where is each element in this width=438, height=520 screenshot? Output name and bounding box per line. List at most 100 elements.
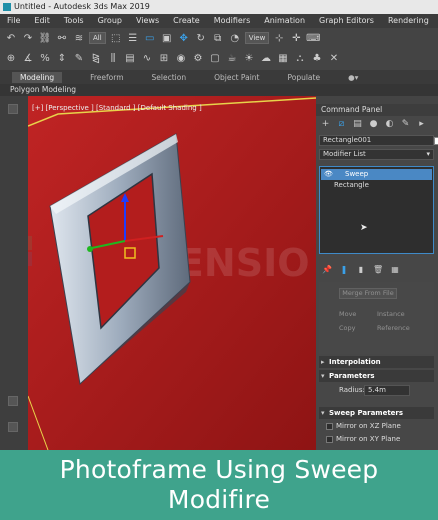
copy-radio[interactable]: Copy	[339, 324, 356, 332]
menu-create[interactable]: Create	[166, 14, 207, 28]
merge-from-file-button[interactable]: Merge From File	[339, 288, 397, 299]
ribbon-tab-populate[interactable]: Populate	[287, 73, 320, 82]
menu-views[interactable]: Views	[129, 14, 166, 28]
display-tab-icon[interactable]: ◐	[384, 119, 395, 130]
select-by-name-icon[interactable]: ☰	[126, 31, 140, 45]
menu-group[interactable]: Group	[91, 14, 129, 28]
hierarchy-tab-icon[interactable]: ▤	[352, 119, 363, 130]
light-icon[interactable]: ☀	[242, 51, 256, 65]
angle-snap-icon[interactable]: ∡	[21, 51, 35, 65]
grid-icon[interactable]: ▦	[276, 51, 290, 65]
render-setup-icon[interactable]: ⚙	[191, 51, 205, 65]
move-icon[interactable]: ✥	[177, 31, 191, 45]
ribbon-tab-modeling[interactable]: Modeling	[12, 71, 63, 83]
menu-file[interactable]: File	[0, 14, 27, 28]
rendered-frame-icon[interactable]: ▢	[208, 51, 222, 65]
motion-tab-icon[interactable]: ●	[368, 119, 379, 130]
link-icon[interactable]: ⛓	[38, 31, 52, 45]
strip-tool-icon[interactable]	[8, 396, 18, 406]
menu-tools[interactable]: Tools	[57, 14, 91, 28]
strip-tool-icon[interactable]	[8, 104, 18, 114]
selection-filter-dropdown[interactable]: All	[89, 32, 106, 44]
align-icon[interactable]: ⫼	[106, 51, 120, 65]
mirror-xy-checkbox[interactable]: Mirror on XY Plane	[326, 434, 434, 445]
utilities-tab-icon[interactable]: ✎	[400, 119, 411, 130]
remove-modifier-icon[interactable]: 🗑	[373, 265, 383, 275]
object-name-field[interactable]: Rectangle001	[319, 135, 438, 146]
show-end-result-icon[interactable]: ❚	[339, 265, 349, 275]
rollout-parameters[interactable]: Parameters	[319, 370, 434, 382]
select-manipulate-icon[interactable]: ✛	[289, 31, 303, 45]
bind-space-warp-icon[interactable]: ≋	[72, 31, 86, 45]
configure-sets-icon[interactable]: ▦	[390, 265, 400, 275]
material-editor-icon[interactable]: ◉	[174, 51, 188, 65]
modifier-stack-item-sweep[interactable]: 👁 Sweep	[321, 169, 432, 180]
checkbox-box[interactable]	[326, 436, 333, 443]
undo-icon[interactable]: ↶	[4, 31, 18, 45]
rollout-interpolation[interactable]: Interpolation	[319, 356, 434, 368]
menu-animation[interactable]: Animation	[257, 14, 312, 28]
modifier-list-dropdown[interactable]: Modifier List ▾	[319, 149, 434, 160]
pivot-icon[interactable]: ⊹	[272, 31, 286, 45]
reference-coordinate-dropdown[interactable]: View	[244, 32, 270, 44]
object-color-swatch[interactable]	[434, 137, 438, 145]
instance-radio[interactable]: Instance	[377, 310, 405, 318]
region-select-icon[interactable]: ▭	[143, 31, 157, 45]
menu-rendering[interactable]: Rendering	[381, 14, 436, 28]
mouse-cursor-icon: ➤	[360, 223, 368, 233]
rollout-sweep-parameters[interactable]: Sweep Parameters	[319, 407, 434, 419]
unlink-icon[interactable]: ⚯	[55, 31, 69, 45]
move-radio[interactable]: Move	[339, 310, 356, 318]
percent-snap-icon[interactable]: %	[38, 51, 52, 65]
make-unique-icon[interactable]: ▮	[356, 265, 366, 275]
left-tool-strip	[0, 96, 28, 450]
snap-icon[interactable]: ⊕	[4, 51, 18, 65]
command-panel-tabs: + ⧄ ▤ ● ◐ ✎ ▸	[316, 116, 438, 132]
strip-tool-icon[interactable]	[8, 422, 18, 432]
rotate-icon[interactable]: ↻	[194, 31, 208, 45]
create-tab-icon[interactable]: +	[320, 119, 331, 130]
layer-icon[interactable]: ▤	[123, 51, 137, 65]
render-icon[interactable]: ☕	[225, 51, 239, 65]
redo-icon[interactable]: ↷	[21, 31, 35, 45]
pin-stack-icon[interactable]: 📌	[322, 265, 332, 275]
schematic-view-icon[interactable]: ⊞	[157, 51, 171, 65]
placement-icon[interactable]: ◔	[228, 31, 242, 45]
reference-radio[interactable]: Reference	[377, 324, 410, 332]
viewport-label[interactable]: [+] [Perspective ] [Standard ] [Default …	[32, 104, 202, 112]
perspective-viewport[interactable]: 3DIMENSIO [+] [Perspective ] [Standard ]…	[28, 96, 316, 450]
environment-icon[interactable]: ☁	[259, 51, 273, 65]
gizmo-y-handle	[87, 246, 93, 252]
modifier-stack[interactable]: 👁 Sweep Rectangle ➤	[319, 166, 434, 254]
menu-edit[interactable]: Edit	[27, 14, 57, 28]
modify-tab-icon[interactable]: ⧄	[336, 119, 347, 130]
radius-spinner[interactable]: 5.4m	[364, 385, 410, 396]
mirror-icon[interactable]: ⧎	[89, 51, 103, 65]
keyboard-shortcut-icon[interactable]: ⌨	[306, 31, 320, 45]
menu-modifiers[interactable]: Modifiers	[207, 14, 258, 28]
modifier-list-label: Modifier List	[323, 150, 366, 158]
ribbon-tab-object-paint[interactable]: Object Paint	[214, 73, 259, 82]
ribbon-tab-freeform[interactable]: Freeform	[90, 73, 123, 82]
ribbon-options-icon[interactable]: ●▾	[348, 73, 358, 82]
modifier-stack-item-rectangle[interactable]: Rectangle	[320, 180, 433, 191]
main-toolbar: ↶ ↷ ⛓ ⚯ ≋ All ⬚ ☰ ▭ ▣ ✥ ↻ ⧉ ◔ View ⊹ ✛ ⌨	[0, 28, 438, 48]
curve-editor-icon[interactable]: ∿	[140, 51, 154, 65]
named-selection-icon[interactable]: ✎	[72, 51, 86, 65]
scale-icon[interactable]: ⧉	[211, 31, 225, 45]
checkbox-box[interactable]	[326, 423, 333, 430]
panel-scroll-icon[interactable]: ▸	[416, 119, 427, 130]
menu-graph-editors[interactable]: Graph Editors	[312, 14, 381, 28]
window-crossing-icon[interactable]: ▣	[160, 31, 174, 45]
eye-icon[interactable]: 👁	[324, 169, 333, 180]
bone-icon[interactable]: ✕	[327, 51, 341, 65]
spinner-snap-icon[interactable]: ⇕	[55, 51, 69, 65]
stack-toolbar: 📌 ❚ ▮ 🗑 ▦	[319, 262, 434, 278]
ribbon-tab-selection[interactable]: Selection	[152, 73, 187, 82]
network-icon[interactable]: ⛬	[293, 51, 307, 65]
ribbon-sub-label[interactable]: Polygon Modeling	[0, 84, 438, 96]
mirror-xz-checkbox[interactable]: Mirror on XZ Plane	[326, 421, 434, 432]
object-name: Rectangle001	[323, 136, 372, 144]
select-object-icon[interactable]: ⬚	[109, 31, 123, 45]
tree-icon[interactable]: ♣	[310, 51, 324, 65]
